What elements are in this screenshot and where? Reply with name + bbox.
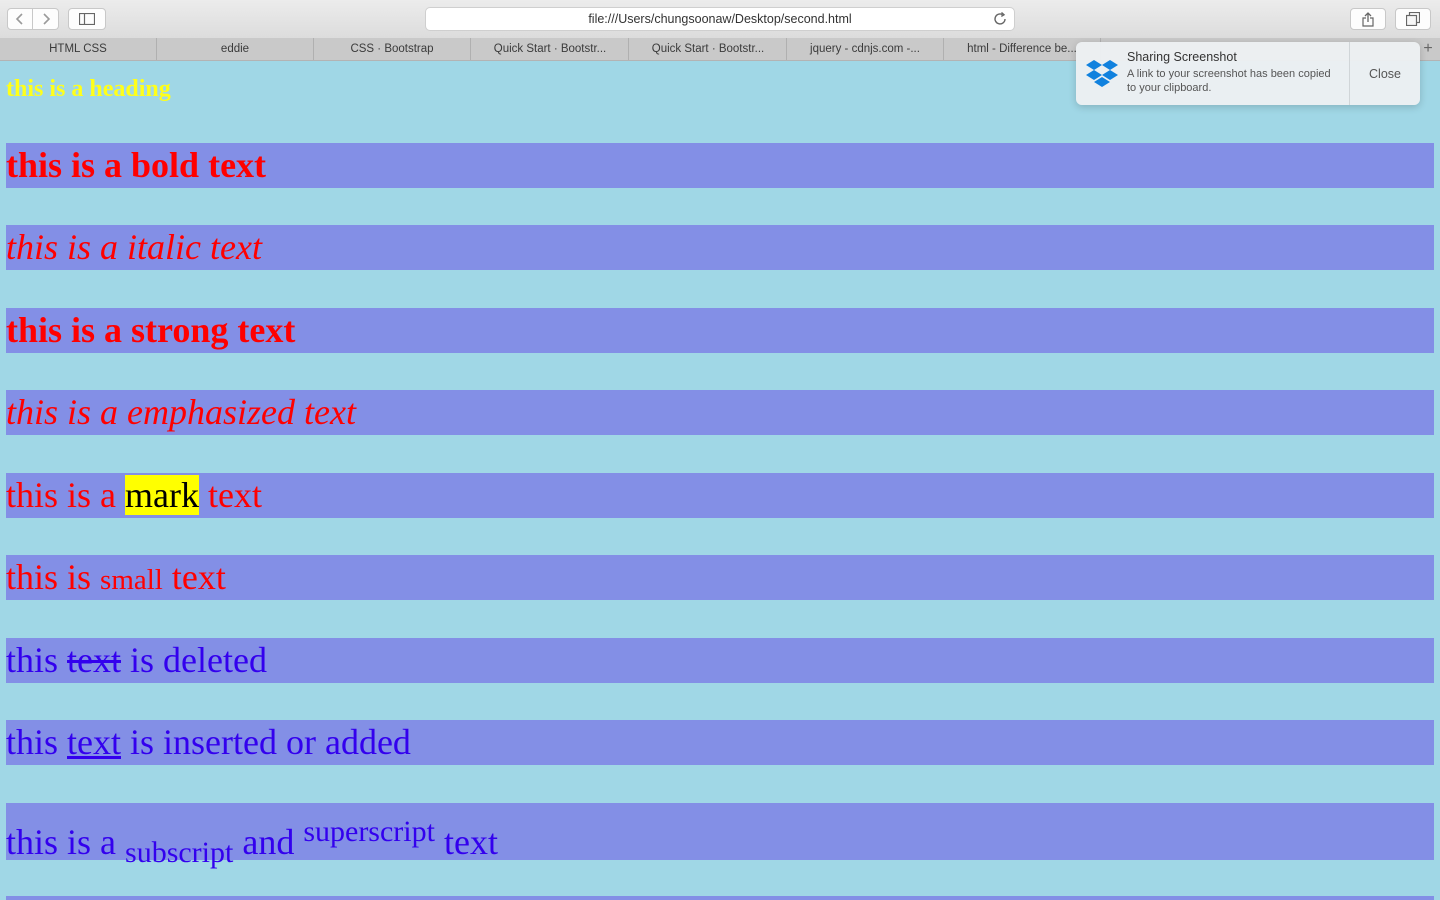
chevron-left-icon: [15, 13, 23, 25]
address-bar[interactable]: file:///Users/chungsoonaw/Desktop/second…: [425, 7, 1015, 31]
subsup-text-before: this is a: [6, 822, 126, 862]
mark-text-before: this is a: [6, 475, 126, 515]
bold-text-row: this is a bold text: [6, 143, 1434, 188]
inserted-text: text: [67, 722, 121, 762]
emphasized-text-row: this is a emphasized text: [6, 390, 1434, 435]
tab-html-css[interactable]: HTML CSS: [0, 38, 157, 60]
notification-title: Sharing Screenshot: [1127, 50, 1237, 64]
forward-button[interactable]: [33, 8, 59, 30]
subsup-text-after: text: [434, 822, 498, 862]
sidebar-icon: [79, 13, 95, 25]
sidebar-toggle-button[interactable]: [68, 8, 106, 30]
mark-text-after: text: [198, 475, 262, 515]
small-text-after: text: [162, 557, 226, 597]
small-text: small: [100, 564, 163, 596]
small-text-before: this is: [6, 557, 101, 597]
new-tab-button[interactable]: +: [1420, 40, 1436, 58]
italic-text: this is a italic text: [6, 227, 262, 267]
inserted-text-row: this text is inserted or added: [6, 720, 1434, 765]
next-row-edge: [6, 896, 1434, 900]
deleted-text-before: this: [6, 640, 68, 680]
tab-overview-button[interactable]: [1395, 8, 1431, 30]
tab-overview-icon: [1406, 12, 1420, 26]
subsup-text-middle: and: [233, 822, 304, 862]
tab-css-bootstrap[interactable]: CSS · Bootstrap: [314, 38, 471, 60]
subsup-text-row: this is a subscript and superscript text: [6, 803, 1434, 869]
sharing-notification: Sharing Screenshot A link to your screen…: [1076, 42, 1420, 105]
mark-text-row: this is a mark text: [6, 473, 1434, 518]
deleted-text-row: this text is deleted: [6, 638, 1434, 683]
strong-text-row: this is a strong text: [6, 308, 1434, 353]
deleted-text-after: is deleted: [121, 640, 267, 680]
superscript-text: superscript: [303, 815, 435, 848]
share-icon: [1362, 11, 1374, 27]
inserted-text-after: is inserted or added: [121, 722, 411, 762]
strong-text: this is a strong text: [6, 310, 296, 350]
dropbox-icon: [1086, 60, 1118, 87]
notification-body: A link to your screenshot has been copie…: [1127, 68, 1331, 94]
marked-text: mark: [125, 475, 199, 515]
small-text-row: this is small text: [6, 555, 1434, 600]
page-heading: this is a heading: [6, 76, 171, 102]
tab-jquery-cdnjs[interactable]: jquery - cdnjs.com -...: [787, 38, 944, 60]
back-button[interactable]: [7, 8, 33, 30]
notification-close-button[interactable]: Close: [1350, 42, 1420, 105]
emphasized-text: this is a emphasized text: [6, 392, 356, 432]
subscript-text: subscript: [125, 836, 234, 870]
bold-text: this is a bold text: [6, 145, 267, 185]
chevron-right-icon: [42, 13, 50, 25]
tab-eddie[interactable]: eddie: [157, 38, 314, 60]
browser-toolbar: file:///Users/chungsoonaw/Desktop/second…: [0, 0, 1440, 39]
tab-quick-start-1[interactable]: Quick Start · Bootstr...: [472, 38, 629, 60]
italic-text-row: this is a italic text: [6, 225, 1434, 270]
url-text: file:///Users/chungsoonaw/Desktop/second…: [588, 12, 852, 26]
deleted-text: text: [67, 640, 121, 680]
inserted-text-before: this: [6, 722, 68, 762]
share-button[interactable]: [1350, 8, 1386, 30]
reload-icon[interactable]: [992, 11, 1008, 27]
tab-quick-start-2[interactable]: Quick Start · Bootstr...: [630, 38, 787, 60]
